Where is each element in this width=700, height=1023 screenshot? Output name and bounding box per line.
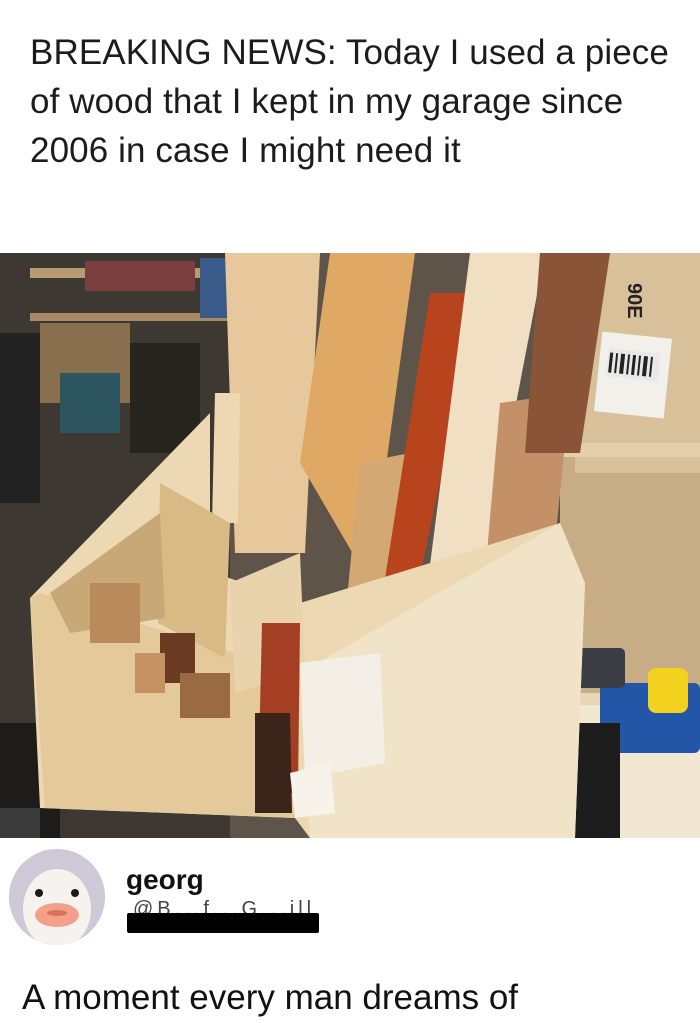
- garage-wood-bin-photo: 90E: [0, 253, 700, 838]
- handle-redacted: @B...f...G...ill: [127, 899, 319, 933]
- duck-avatar-image: [9, 849, 105, 945]
- username[interactable]: georg: [126, 864, 204, 896]
- redaction-bar: [127, 913, 319, 933]
- handle-text: @B...f...G...ill: [133, 899, 316, 913]
- reply-text: A moment every man dreams of: [22, 978, 519, 1017]
- reply-tweet: georg @B...f...G...ill A moment every ma…: [0, 838, 700, 1023]
- post-headline: BREAKING NEWS: Today I used a piece of w…: [30, 33, 669, 170]
- box-label: 90E: [623, 283, 645, 319]
- avatar[interactable]: [9, 849, 105, 945]
